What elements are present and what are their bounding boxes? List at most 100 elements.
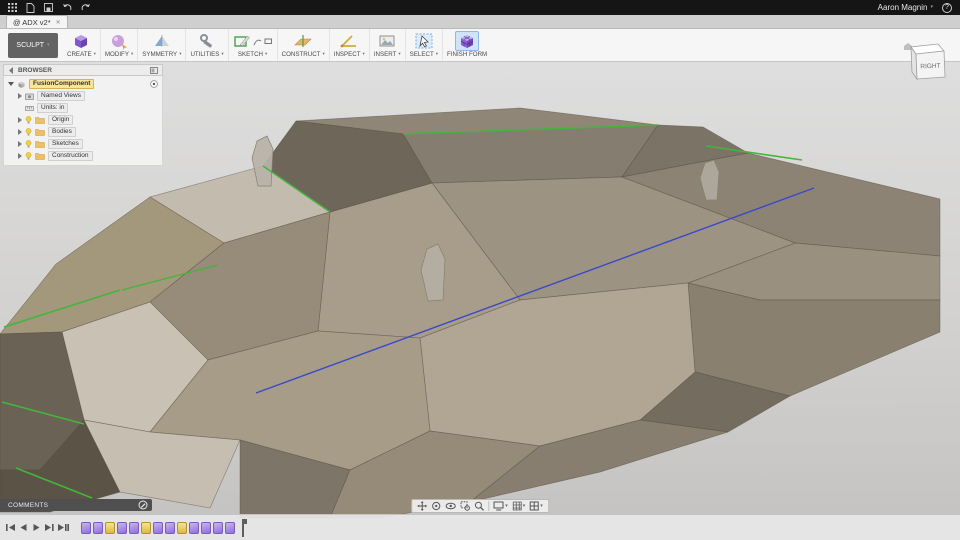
tree-row-construction[interactable]: Construction: [4, 150, 162, 162]
save-icon[interactable]: [44, 3, 53, 12]
step-forward-icon[interactable]: [45, 523, 54, 532]
sketch-rectangle-icon[interactable]: [264, 37, 273, 46]
sketch-feature-icon[interactable]: [105, 521, 115, 534]
skip-to-end-icon[interactable]: [58, 523, 69, 532]
zoom-icon[interactable]: [474, 501, 484, 511]
skip-to-start-icon[interactable]: [6, 523, 15, 532]
redo-icon[interactable]: [81, 3, 91, 12]
inspect-icon: [340, 35, 357, 48]
collapse-panel-icon[interactable]: [8, 66, 14, 74]
timeline-playback-controls: [6, 523, 69, 532]
sketch-icon: [233, 35, 250, 47]
form-feature-icon[interactable]: [93, 521, 103, 534]
tree-item-label[interactable]: Sketches: [48, 139, 83, 149]
tree-row-bodies[interactable]: Bodies: [4, 126, 162, 138]
orbit-icon[interactable]: [431, 501, 441, 511]
tree-item-label[interactable]: Origin: [48, 115, 74, 125]
add-comment-icon[interactable]: [138, 500, 148, 510]
viewports-icon[interactable]: ▾: [529, 501, 543, 511]
folder-icon: [35, 129, 45, 136]
form-feature-icon[interactable]: [213, 521, 223, 534]
form-feature-icon[interactable]: [225, 521, 235, 534]
toolbar-group-modify[interactable]: MODIFY ▾: [99, 29, 137, 61]
pan-icon[interactable]: [417, 501, 428, 511]
panel-dock-icon[interactable]: [150, 66, 158, 74]
zoom-window-icon[interactable]: [460, 501, 470, 511]
step-back-icon[interactable]: [19, 523, 28, 532]
folder-icon: [35, 117, 45, 124]
sketch-feature-icon[interactable]: [141, 521, 151, 534]
insert-icon: [379, 35, 395, 47]
model-facet[interactable]: [687, 282, 941, 397]
form-feature-icon[interactable]: [189, 521, 199, 534]
app-grid-icon[interactable]: [8, 3, 17, 12]
form-feature-icon[interactable]: [165, 521, 175, 534]
tree-item-label[interactable]: Construction: [48, 151, 93, 161]
chevron-down-icon: ▾: [505, 502, 508, 509]
visibility-bulb-icon[interactable]: [25, 115, 32, 125]
toolbar-group-insert[interactable]: INSERT ▾: [368, 29, 405, 61]
display-settings-icon[interactable]: ▾: [493, 501, 508, 511]
viewcube-face-label[interactable]: RIGHT: [920, 63, 940, 71]
tree-row-named-views[interactable]: Named Views: [4, 90, 162, 102]
tree-row-root[interactable]: FusionComponent: [4, 78, 162, 90]
visibility-bulb-icon[interactable]: [25, 151, 32, 161]
model-facet[interactable]: [402, 124, 659, 184]
toolbar-group-finish-form[interactable]: FINISH FORM: [442, 29, 491, 61]
viewcube[interactable]: RIGHT: [904, 38, 952, 86]
user-menu[interactable]: Aaron Magnin ▾: [878, 3, 933, 12]
expand-arrow-icon[interactable]: [18, 141, 22, 147]
expand-arrow-icon[interactable]: [8, 82, 14, 86]
activate-radio-icon[interactable]: [150, 80, 158, 88]
document-tab[interactable]: @ ADX v2* ✕: [6, 15, 68, 28]
toolbar-group-label: INSERT: [373, 51, 397, 58]
form-feature-icon[interactable]: [117, 521, 127, 534]
tree-row-units[interactable]: Units: in: [4, 102, 162, 114]
toolbar-group-label: SELECT: [409, 51, 434, 58]
toolbar-group-utilities[interactable]: UTILITIES ▾: [185, 29, 227, 61]
chevron-down-icon: ▾: [265, 51, 268, 57]
visibility-bulb-icon[interactable]: [25, 139, 32, 149]
tree-item-label[interactable]: Named Views: [37, 91, 85, 101]
tree-row-origin[interactable]: Origin: [4, 114, 162, 126]
form-feature-icon[interactable]: [129, 521, 139, 534]
toolbar-group-label: MODIFY: [104, 51, 129, 58]
file-icon[interactable]: [26, 2, 35, 13]
tree-item-label[interactable]: FusionComponent: [29, 79, 95, 89]
expand-arrow-icon[interactable]: [18, 93, 22, 99]
timeline-marker[interactable]: [239, 518, 247, 537]
form-feature-icon[interactable]: [153, 521, 163, 534]
toolbar-group-symmetry[interactable]: SYMMETRY ▾: [137, 29, 185, 61]
form-feature-icon[interactable]: [201, 521, 211, 534]
toolbar-group-create[interactable]: CREATE ▾: [63, 29, 100, 61]
sketch-curve-icon[interactable]: [253, 37, 262, 46]
app-titlebar: Aaron Magnin ▾ ?: [0, 0, 960, 15]
expand-arrow-icon[interactable]: [18, 117, 22, 123]
undo-icon[interactable]: [62, 3, 72, 12]
timeline-bar: [0, 514, 960, 540]
comments-bar[interactable]: COMMENTS: [0, 499, 152, 511]
expand-arrow-icon[interactable]: [18, 153, 22, 159]
timeline-features: [81, 521, 235, 534]
chevron-down-icon: ▾: [930, 4, 933, 10]
browser-header: BROWSER: [3, 64, 163, 76]
grid-snap-icon[interactable]: ▾: [512, 501, 525, 511]
toolbar-group-label: CREATE: [67, 51, 92, 58]
sketch-feature-icon[interactable]: [177, 521, 187, 534]
toolbar-group-inspect[interactable]: INSPECT ▾: [328, 29, 369, 61]
help-icon[interactable]: ?: [942, 2, 952, 13]
form-feature-icon[interactable]: [81, 521, 91, 534]
toolbar-group-construct[interactable]: CONSTRUCT ▾: [276, 29, 329, 61]
toolbar-group-sketch[interactable]: SKETCH ▾: [227, 29, 277, 61]
chevron-down-icon: ▾: [322, 51, 325, 57]
play-icon[interactable]: [32, 523, 41, 532]
expand-arrow-icon[interactable]: [18, 129, 22, 135]
tree-item-label[interactable]: Bodies: [48, 127, 76, 137]
tree-item-label[interactable]: Units: in: [37, 103, 69, 113]
tree-row-sketches[interactable]: Sketches: [4, 138, 162, 150]
toolbar-group-select[interactable]: SELECT ▾: [404, 29, 442, 61]
workspace-selector[interactable]: SCULPT ▾: [8, 32, 58, 58]
close-icon[interactable]: ✕: [56, 19, 61, 26]
look-at-icon[interactable]: [445, 501, 456, 511]
visibility-bulb-icon[interactable]: [25, 127, 32, 137]
